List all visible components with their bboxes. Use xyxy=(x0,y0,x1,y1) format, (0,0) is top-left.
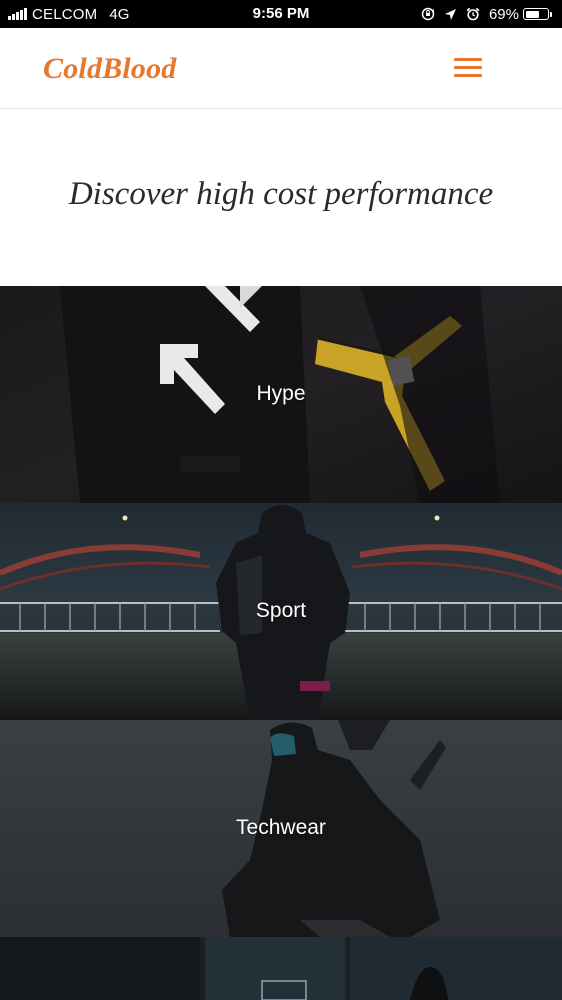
status-bar: CELCOM 4G 9:56 PM 69% xyxy=(0,0,562,28)
category-label: Hype xyxy=(256,382,306,405)
site-header: ColdBlood xyxy=(0,28,562,109)
category-tile-hype[interactable]: Hype xyxy=(0,286,562,503)
battery-icon xyxy=(523,8,549,20)
category-tile-techwear[interactable]: Techwear xyxy=(0,720,562,937)
battery-percent: 69% xyxy=(488,5,519,23)
status-bar-right: 69% xyxy=(421,4,552,24)
category-label: Sport xyxy=(255,599,307,622)
category-label: Techwear xyxy=(236,816,326,839)
category-tile-sport[interactable]: Sport xyxy=(0,503,562,720)
location-arrow-icon xyxy=(444,8,456,20)
brand-logo[interactable]: ColdBlood xyxy=(43,52,177,86)
category-tile-partial[interactable] xyxy=(0,937,562,1000)
battery-level xyxy=(525,10,540,18)
hamburger-menu-icon[interactable] xyxy=(451,54,485,80)
battery-cap xyxy=(550,11,552,17)
alarm-clock-icon xyxy=(466,7,480,21)
partial-background-image xyxy=(0,937,562,1000)
hero-tagline: Discover high cost performance xyxy=(68,176,494,212)
screen-rotation-lock-icon xyxy=(421,7,435,21)
